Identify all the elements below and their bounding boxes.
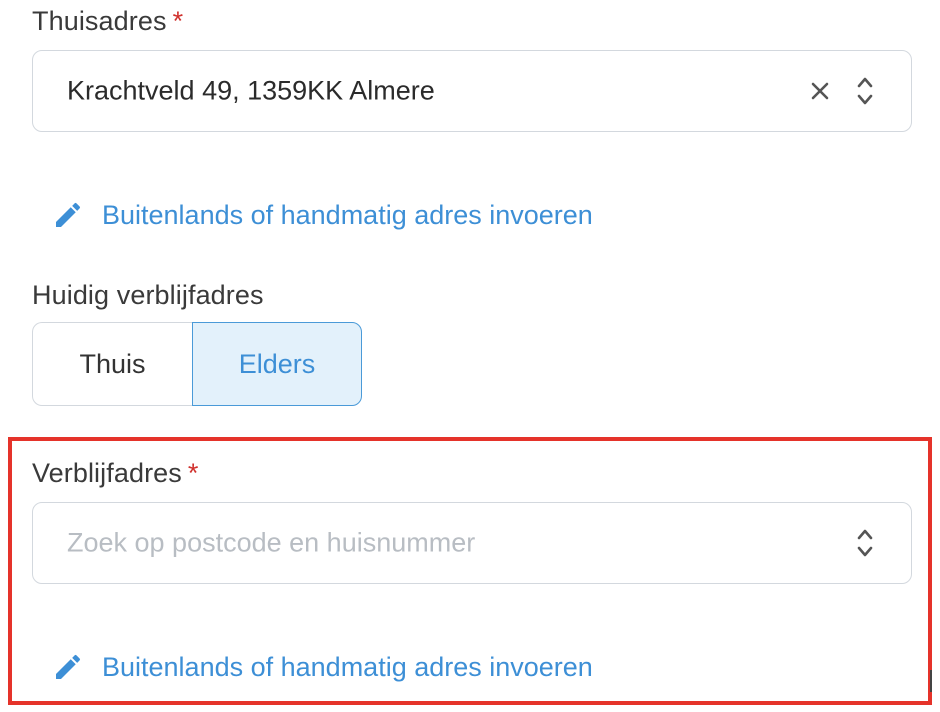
home-address-select[interactable]: Krachtveld 49, 1359KK Almere <box>32 50 912 132</box>
residence-address-search[interactable]: Zoek op postcode en huisnummer <box>32 502 912 584</box>
residence-address-label-text: Verblijfadres <box>32 458 182 488</box>
home-manual-address-link[interactable]: Buitenlands of handmatig adres invoeren <box>52 198 593 232</box>
chevron-updown-icon[interactable] <box>855 526 875 560</box>
chevron-updown-icon[interactable] <box>855 74 875 108</box>
option-thuis-button[interactable]: Thuis <box>32 322 192 406</box>
current-residence-label: Huidig verblijfadres <box>32 280 264 310</box>
text-cursor-mark <box>930 670 932 692</box>
home-address-label: Thuisadres * <box>32 6 183 37</box>
required-marker: * <box>172 6 184 36</box>
residence-address-label: Verblijfadres * <box>32 458 199 489</box>
residence-manual-address-link[interactable]: Buitenlands of handmatig adres invoeren <box>52 650 593 684</box>
pencil-icon <box>56 202 81 227</box>
residence-manual-address-link-text: Buitenlands of handmatig adres invoeren <box>102 651 593 682</box>
home-address-value: Krachtveld 49, 1359KK Almere <box>67 75 435 106</box>
required-marker: * <box>187 458 199 488</box>
current-residence-toggle: Thuis Elders <box>32 322 362 406</box>
home-manual-address-link-text: Buitenlands of handmatig adres invoeren <box>102 199 593 230</box>
home-address-label-text: Thuisadres <box>32 6 167 36</box>
clear-icon[interactable] <box>809 80 831 102</box>
pencil-icon <box>56 654 81 679</box>
option-elders-button[interactable]: Elders <box>192 322 362 406</box>
residence-address-placeholder: Zoek op postcode en huisnummer <box>67 527 476 558</box>
